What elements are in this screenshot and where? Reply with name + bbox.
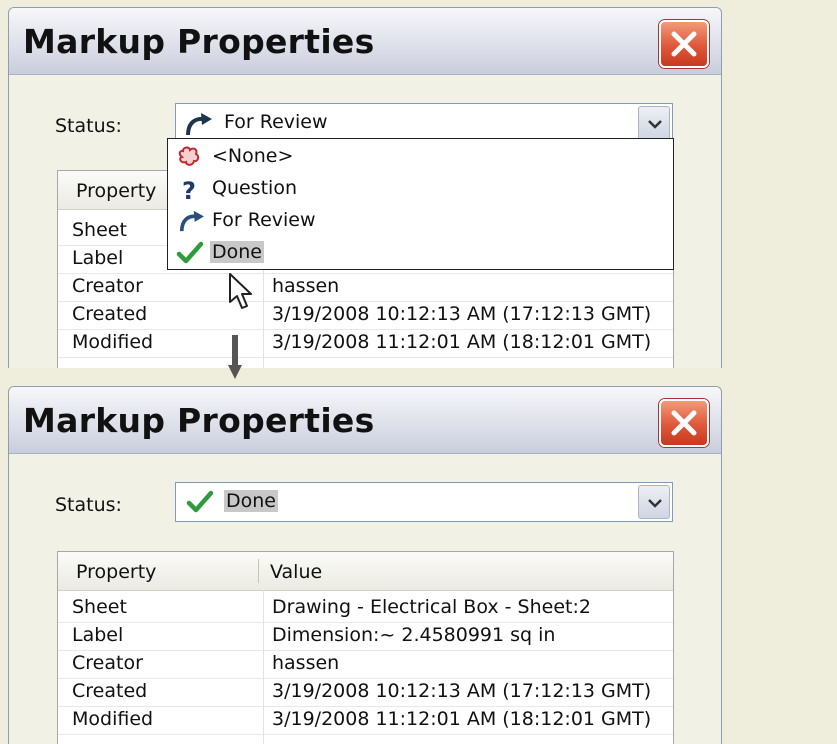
row-value: 3/19/2008 10:12:13 AM (17:12:13 GMT): [272, 680, 652, 702]
header-property: Property: [76, 561, 157, 583]
row-key: Creator: [72, 275, 143, 297]
row-key: Sheet: [72, 219, 127, 241]
row-key: Created: [72, 303, 148, 325]
dialog-body: Status: Done Property Value Sheet Drawin…: [9, 454, 721, 744]
markup-properties-dialog-after: Markup Properties Status: Done Property …: [8, 386, 722, 744]
grid-row[interactable]: Created 3/19/2008 10:12:13 AM (17:12:13 …: [58, 678, 673, 707]
grid-row[interactable]: Label Dimension:~ 2.4580991 sq in: [58, 622, 673, 651]
svg-text:?: ?: [182, 177, 196, 203]
grid-row[interactable]: Modified 3/19/2008 11:12:01 AM (18:12:01…: [58, 329, 673, 358]
row-key: Creator: [72, 652, 143, 674]
row-key: Label: [72, 247, 124, 269]
row-key: Sheet: [72, 596, 127, 618]
chevron-down-icon: [648, 499, 662, 508]
close-x-icon: [671, 410, 697, 436]
checkmark-icon: [176, 241, 204, 269]
grid-row[interactable]: Creator hassen: [58, 273, 673, 302]
dialog-title: Markup Properties: [23, 401, 375, 440]
dropdown-button[interactable]: [638, 485, 670, 519]
header-property: Property: [76, 180, 157, 202]
status-combo[interactable]: For Review: [175, 103, 673, 143]
grid-row[interactable]: Created 3/19/2008 10:12:13 AM (17:12:13 …: [58, 301, 673, 330]
row-key: Created: [72, 680, 148, 702]
curved-arrow-icon: [176, 209, 206, 237]
status-label: Status:: [55, 115, 122, 137]
option-done[interactable]: Done: [168, 237, 673, 269]
curved-arrow-icon: [182, 111, 214, 141]
row-key: Modified: [72, 331, 154, 353]
header-value: Value: [270, 561, 323, 583]
close-button[interactable]: [659, 20, 709, 68]
properties-grid[interactable]: Property Value Sheet Drawing - Electrica…: [57, 551, 674, 744]
row-value: 3/19/2008 10:12:13 AM (17:12:13 GMT): [272, 303, 652, 325]
arrow-down-icon: [228, 335, 242, 385]
option-label: <None>: [212, 145, 294, 167]
close-button[interactable]: [659, 399, 709, 447]
row-value: 3/19/2008 11:12:01 AM (18:12:01 GMT): [272, 331, 652, 353]
option-label: For Review: [212, 209, 316, 231]
row-value: Drawing - Electrical Box - Sheet:2: [272, 596, 591, 618]
title-bar: Markup Properties: [9, 387, 721, 454]
status-value: For Review: [224, 111, 328, 133]
row-value: 3/19/2008 11:12:01 AM (18:12:01 GMT): [272, 708, 652, 730]
option-label: Question: [212, 177, 297, 199]
option-for-review[interactable]: For Review: [168, 205, 673, 237]
row-key: Label: [72, 624, 124, 646]
option-question[interactable]: ? Question: [168, 173, 673, 205]
grid-row[interactable]: Creator hassen: [58, 650, 673, 679]
row-key: Modified: [72, 708, 154, 730]
close-x-icon: [671, 31, 697, 57]
grid-row[interactable]: Sheet Drawing - Electrical Box - Sheet:2: [58, 594, 673, 623]
status-dropdown-list[interactable]: <None> ? Question For Review Done: [167, 138, 674, 270]
grid-header: Property Value: [58, 552, 673, 591]
option-none[interactable]: <None>: [168, 141, 673, 173]
status-value: Done: [224, 490, 278, 512]
status-combo[interactable]: Done: [175, 482, 673, 522]
checkmark-icon: [186, 490, 214, 518]
status-label: Status:: [55, 494, 122, 516]
dialog-title: Markup Properties: [23, 22, 375, 61]
chevron-down-icon: [648, 120, 662, 129]
mouse-pointer-icon: [228, 272, 256, 316]
dropdown-button[interactable]: [638, 106, 670, 140]
row-value: hassen: [272, 275, 340, 297]
row-value: Dimension:~ 2.4580991 sq in: [272, 624, 556, 646]
cloud-icon: [176, 145, 202, 173]
row-value: hassen: [272, 652, 340, 674]
grid-row[interactable]: Modified 3/19/2008 11:12:01 AM (18:12:01…: [58, 706, 673, 735]
title-bar: Markup Properties: [9, 8, 721, 75]
option-label: Done: [210, 241, 264, 263]
question-icon: ?: [176, 177, 202, 207]
header-separator: [258, 559, 259, 583]
